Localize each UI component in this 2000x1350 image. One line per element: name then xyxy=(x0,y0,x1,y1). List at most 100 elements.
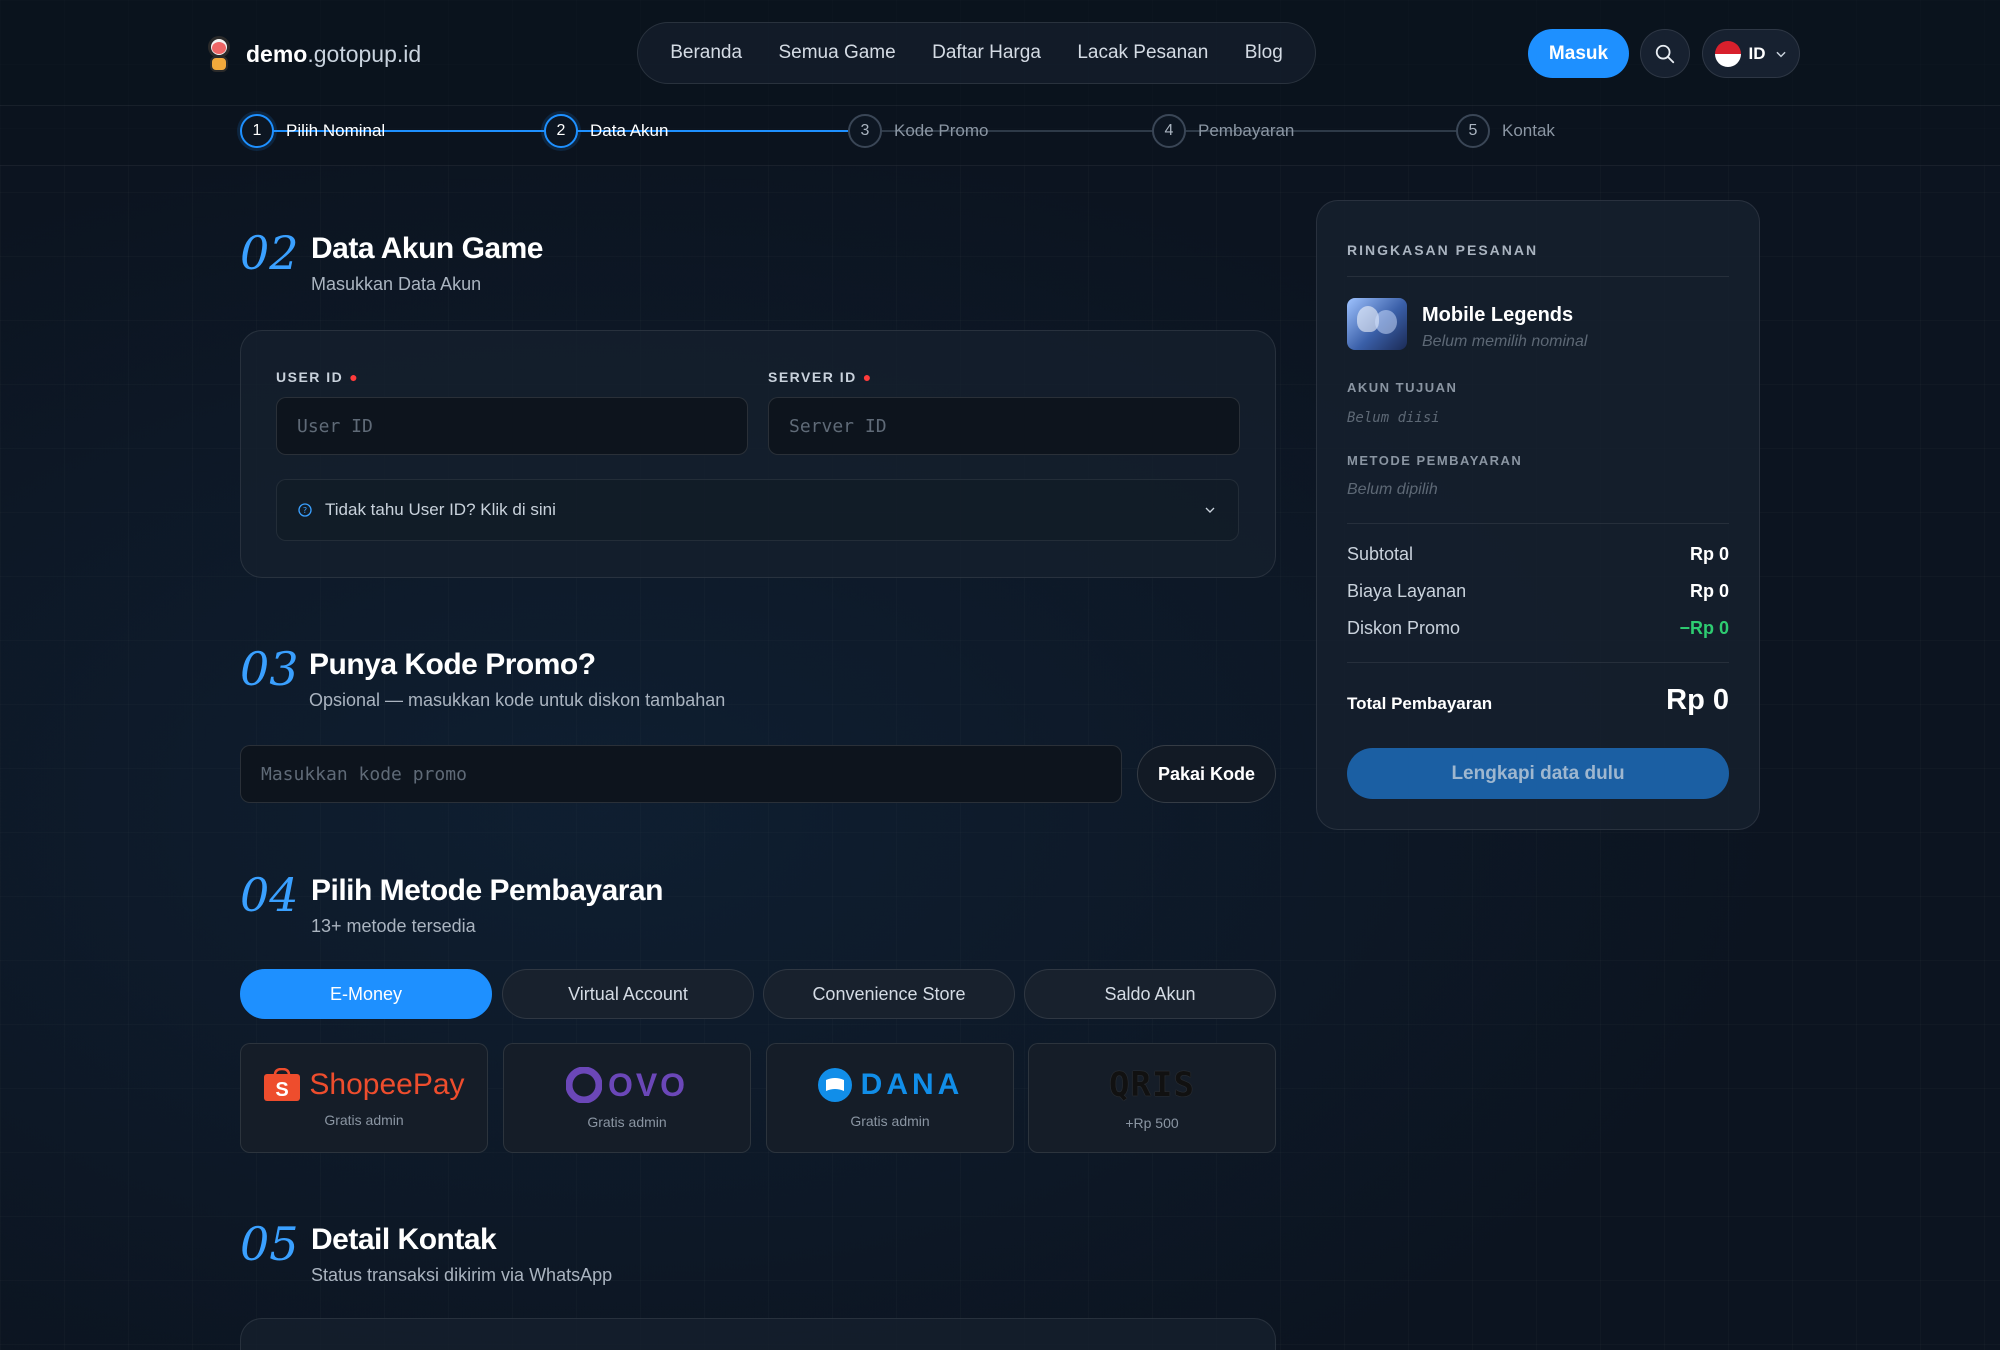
step-number: 3 xyxy=(848,114,882,148)
subtotal-value: Rp 0 xyxy=(1689,544,1729,564)
promo-code-input[interactable]: Masukkan kode promo xyxy=(240,745,1122,803)
nav-daftar-harga[interactable]: Daftar Harga xyxy=(932,42,1041,64)
section-title: Detail Kontak xyxy=(311,1223,497,1256)
search-button[interactable] xyxy=(1640,29,1690,78)
apply-promo-button[interactable]: Pakai Kode xyxy=(1137,745,1276,803)
logo-text-bold: demo xyxy=(246,40,308,67)
step-pilih-nominal[interactable]: 1 Pilih Nominal xyxy=(240,114,385,148)
logo-text-rest: .gotopup.id xyxy=(307,40,422,67)
svg-text:?: ? xyxy=(303,506,307,515)
nav-lacak-pesanan[interactable]: Lacak Pesanan xyxy=(1077,42,1208,64)
section-number: 05 xyxy=(240,1217,299,1271)
section-number: 03 xyxy=(240,642,299,696)
payment-method-ovo[interactable]: OVO Gratis admin xyxy=(503,1043,751,1153)
payment-fee-note: +Rp 500 xyxy=(1125,1115,1179,1131)
login-button[interactable]: Masuk xyxy=(1528,29,1629,78)
server-id-label: SERVER ID ● xyxy=(768,369,873,385)
nav-semua-game[interactable]: Semua Game xyxy=(778,42,895,64)
user-id-input[interactable]: User ID xyxy=(276,397,748,455)
section-number: 04 xyxy=(240,868,299,922)
promo-discount-row: Diskon Promo −Rp 0 xyxy=(1347,618,1729,638)
complete-data-button[interactable]: Lengkapi data dulu xyxy=(1347,748,1729,799)
summary-heading: RINGKASAN PESANAN xyxy=(1347,242,1539,258)
step-number: 2 xyxy=(544,114,578,148)
tab-saldo-akun[interactable]: Saldo Akun xyxy=(1024,969,1276,1019)
required-marker: ● xyxy=(862,369,873,385)
svg-text:S: S xyxy=(276,1079,289,1101)
game-name: Mobile Legends xyxy=(1422,304,1574,326)
payment-method-shopeepay[interactable]: S ShopeePay Gratis admin xyxy=(240,1043,488,1153)
payment-method-qris[interactable]: QRIS +Rp 500 xyxy=(1028,1043,1276,1153)
game-nominal-note: Belum memilih nominal xyxy=(1422,333,1588,350)
ovo-logo: OVO xyxy=(565,1067,688,1104)
required-marker: ● xyxy=(349,369,360,385)
dana-logo: DANA xyxy=(817,1067,964,1103)
contact-card xyxy=(240,1318,1276,1350)
nav-blog[interactable]: Blog xyxy=(1245,42,1283,64)
section-title: Pilih Metode Pembayaran xyxy=(311,874,663,907)
nav-beranda[interactable]: Beranda xyxy=(670,42,742,64)
indonesia-flag-icon xyxy=(1714,40,1741,67)
qris-logo: QRIS xyxy=(1109,1065,1195,1105)
chevron-down-icon xyxy=(1775,51,1786,57)
help-text: Tidak tahu User ID? Klik di sini xyxy=(325,500,556,519)
divider xyxy=(1347,662,1729,663)
tab-e-money[interactable]: E-Money xyxy=(240,969,492,1019)
chevron-down-icon xyxy=(1205,507,1215,513)
step-number: 5 xyxy=(1456,114,1490,148)
order-summary-panel xyxy=(1316,200,1760,830)
divider xyxy=(1347,523,1729,524)
total-value: Rp 0 xyxy=(1666,684,1729,716)
service-fee-row: Biaya Layanan Rp 0 xyxy=(1347,581,1729,601)
section-title: Punya Kode Promo? xyxy=(309,648,596,681)
section-title: Data Akun Game xyxy=(311,232,543,265)
shopee-bag-icon: S xyxy=(264,1068,301,1101)
payment-method-value: Belum dipilih xyxy=(1347,481,1438,498)
section-number: 02 xyxy=(240,226,299,280)
site-logo[interactable]: demo.gotopup.id xyxy=(202,34,421,74)
step-pembayaran[interactable]: 4 Pembayaran xyxy=(1152,114,1294,148)
step-number: 4 xyxy=(1152,114,1186,148)
help-circle-icon: ? xyxy=(298,503,312,517)
payment-fee-note: Gratis admin xyxy=(587,1113,667,1130)
payment-fee-note: Gratis admin xyxy=(850,1113,930,1129)
server-id-input[interactable]: Server ID xyxy=(768,397,1240,455)
step-label: Pembayaran xyxy=(1198,121,1295,140)
account-target-label: AKUN TUJUAN xyxy=(1347,380,1458,395)
section-subtitle: 13+ metode tersedia xyxy=(311,916,476,936)
user-id-help-toggle[interactable]: ? Tidak tahu User ID? Klik di sini xyxy=(276,479,1239,541)
user-id-label: USER ID ● xyxy=(276,369,360,385)
step-label: Kontak xyxy=(1502,121,1555,140)
step-label: Kode Promo xyxy=(894,121,989,140)
mascot-logo-icon xyxy=(202,34,234,74)
ovo-circle-icon xyxy=(565,1067,602,1103)
section-subtitle: Masukkan Data Akun xyxy=(311,274,482,294)
step-data-akun[interactable]: 2 Data Akun xyxy=(544,114,668,148)
shopeepay-logo: S ShopeePay xyxy=(263,1068,465,1102)
main-nav: Beranda Semua Game Daftar Harga Lacak Pe… xyxy=(637,22,1316,84)
tab-convenience-store[interactable]: Convenience Store xyxy=(763,969,1015,1019)
total-row: Total Pembayaran Rp 0 xyxy=(1347,684,1729,716)
step-kode-promo[interactable]: 3 Kode Promo xyxy=(848,114,989,148)
step-label: Data Akun xyxy=(590,121,669,140)
service-fee-value: Rp 0 xyxy=(1689,581,1729,601)
section-subtitle: Status transaksi dikirim via WhatsApp xyxy=(311,1265,613,1285)
top-header: demo.gotopup.id Beranda Semua Game Dafta… xyxy=(0,0,2000,106)
game-thumbnail xyxy=(1347,298,1407,350)
language-selector[interactable]: ID xyxy=(1702,29,1800,78)
promo-discount-value: −Rp 0 xyxy=(1679,618,1729,638)
divider xyxy=(1347,276,1729,277)
payment-method-dana[interactable]: DANA Gratis admin xyxy=(766,1043,1014,1153)
step-kontak[interactable]: 5 Kontak xyxy=(1456,114,1555,148)
section-subtitle: Opsional — masukkan kode untuk diskon ta… xyxy=(309,690,726,710)
search-icon xyxy=(1655,44,1675,63)
tab-virtual-account[interactable]: Virtual Account xyxy=(502,969,754,1019)
step-label: Pilih Nominal xyxy=(286,121,386,140)
account-target-value: Belum diisi xyxy=(1347,410,1440,426)
subtotal-row: Subtotal Rp 0 xyxy=(1347,544,1729,564)
payment-method-label: METODE PEMBAYARAN xyxy=(1347,453,1523,468)
language-code: ID xyxy=(1748,43,1766,63)
step-number: 1 xyxy=(240,114,274,148)
dana-wallet-icon xyxy=(817,1068,852,1102)
payment-fee-note: Gratis admin xyxy=(324,1112,404,1128)
